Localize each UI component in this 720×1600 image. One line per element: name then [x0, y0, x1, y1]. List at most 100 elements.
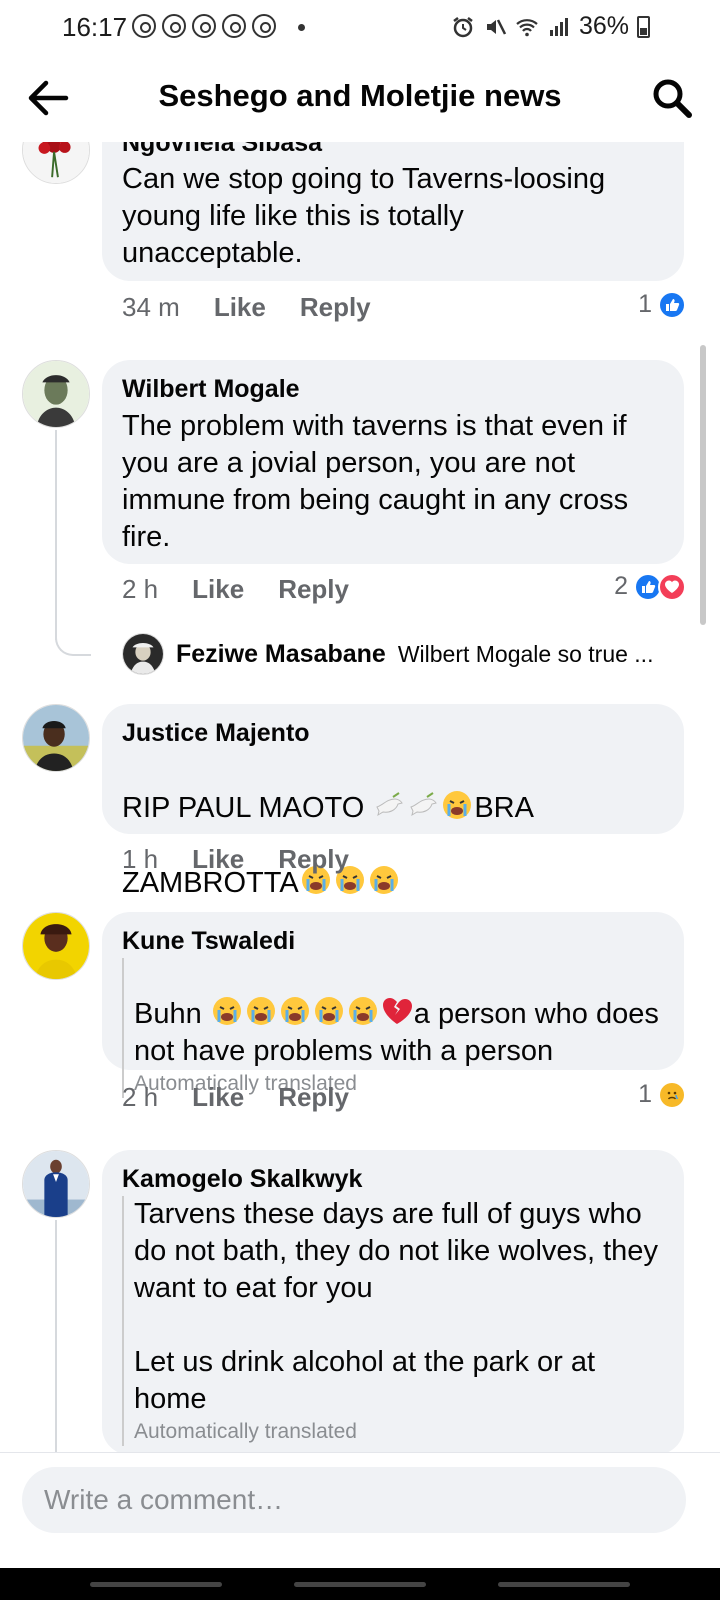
comment-composer [0, 1452, 720, 1568]
thread-connector [55, 620, 91, 656]
thread-line [55, 430, 57, 640]
search-icon[interactable] [650, 76, 694, 120]
app-header: Seshego and Moletjie news [0, 56, 720, 142]
like-button[interactable]: Like [192, 844, 244, 875]
crying-face-emoji-icon [369, 866, 398, 894]
back-nav-button[interactable] [498, 1582, 630, 1587]
comment-author[interactable]: Wilbert Mogale [122, 374, 664, 404]
crying-face-emoji-icon [443, 791, 472, 819]
comment-time[interactable]: 2 h [122, 574, 158, 605]
dove-emoji-icon [410, 792, 438, 817]
status-bar: 16:17 36% [0, 0, 720, 56]
auto-translated-label[interactable]: Automatically translated [134, 1418, 664, 1446]
mute-icon [486, 18, 507, 35]
comment-author[interactable]: Ngovhela Sibasa [122, 142, 664, 158]
reaction-count: 2 [614, 572, 628, 600]
reply-preview[interactable]: Feziwe Masabane Wilbert Mogale so true .… [122, 633, 653, 675]
comments-feed[interactable]: Ngovhela Sibasa Can we stop going to Tav… [0, 142, 720, 1482]
notification-icon [252, 14, 276, 38]
comment-bubble[interactable]: Justice Majento RIP PAUL MAOTO BRA ZAMBR… [102, 704, 684, 899]
avatar[interactable] [22, 912, 90, 980]
avatar[interactable] [22, 704, 90, 772]
comment-bubble[interactable]: Wilbert Mogale The problem with taverns … [102, 360, 684, 564]
man-in-suit-avatar-image [23, 1151, 89, 1217]
comment-text: Tarvens these days are full of guys who … [134, 1198, 658, 1415]
battery-percent: 36% [578, 12, 629, 40]
comment-actions: 2 h Like Reply [122, 574, 349, 605]
comment-time[interactable]: 1 h [122, 844, 158, 875]
more-notifications-dot [298, 24, 305, 31]
like-button[interactable]: Like [214, 292, 266, 323]
home-nav-button[interactable] [294, 1582, 426, 1587]
comment-bubble[interactable]: Kune Tswaledi Buhn a person who does not… [102, 912, 684, 1098]
like-button[interactable]: Like [192, 1082, 244, 1113]
comment-time[interactable]: 2 h [122, 1082, 158, 1113]
comment-text-part: Buhn [134, 998, 210, 1030]
wifi-icon [516, 18, 538, 36]
reaction-summary[interactable]: 2 [614, 572, 686, 601]
comment-actions: 34 m Like Reply [122, 292, 371, 323]
crying-face-emoji-icon [212, 997, 241, 1025]
crying-face-emoji-icon [280, 997, 309, 1025]
woman-avatar-image [23, 913, 89, 979]
roses-avatar-image [23, 142, 89, 183]
battery-icon [637, 15, 650, 38]
avatar[interactable] [22, 360, 90, 428]
comment-actions: 1 h Like Reply [122, 844, 349, 875]
man-avatar-image [23, 705, 89, 771]
comment-text: Buhn a person who does not have problems… [134, 958, 664, 1070]
crying-face-emoji-icon [348, 997, 377, 1025]
man-avatar-image [23, 361, 89, 427]
comment-text: Can we stop going to Taverns-loosing you… [122, 163, 606, 269]
translated-content: Buhn a person who does not have problems… [122, 958, 664, 1098]
comment-text: RIP PAUL MAOTO BRA ZAMBROTTA [122, 752, 664, 902]
reply-author[interactable]: Feziwe Masabane [176, 640, 386, 669]
crying-face-emoji-icon [246, 997, 275, 1025]
avatar[interactable] [122, 633, 164, 675]
notification-icon [222, 14, 246, 38]
notification-icon [132, 14, 156, 38]
comment-text-part: BRA [474, 792, 534, 824]
comment-author[interactable]: Kamogelo Skalkwyk [122, 1164, 664, 1194]
reaction-summary[interactable]: 1 [638, 1080, 686, 1109]
reaction-count: 1 [638, 1080, 652, 1108]
thread-line [55, 1220, 57, 1482]
comment-text-part: RIP PAUL MAOTO [122, 792, 373, 824]
comment-author[interactable]: Kune Tswaledi [122, 926, 664, 956]
reply-button[interactable]: Reply [278, 1082, 349, 1113]
status-time: 16:17 [62, 12, 128, 42]
crying-face-emoji-icon [314, 997, 343, 1025]
status-right: 36% [451, 12, 650, 41]
comment-actions: 2 h Like Reply [122, 1082, 349, 1113]
comment-input[interactable] [22, 1467, 686, 1533]
notification-icon [192, 14, 216, 38]
recents-nav-button[interactable] [90, 1582, 222, 1587]
avatar[interactable] [22, 142, 90, 184]
reaction-count: 1 [638, 290, 652, 318]
reaction-summary[interactable]: 1 [638, 290, 686, 319]
comment-time[interactable]: 34 m [122, 292, 180, 323]
comment-bubble[interactable]: Kamogelo Skalkwyk Tarvens these days are… [102, 1150, 684, 1455]
reply-text: Wilbert Mogale so true ... [397, 640, 654, 667]
signal-icon [549, 17, 568, 36]
alarm-icon [453, 16, 473, 37]
love-reaction-icon [658, 572, 686, 601]
sad-reaction-icon [658, 1080, 686, 1109]
notification-icons [132, 14, 276, 38]
page-title: Seshego and Moletjie news [158, 78, 562, 113]
dove-emoji-icon [376, 792, 404, 817]
like-reaction-icon [658, 290, 686, 319]
scrollbar[interactable] [700, 345, 706, 625]
reply-button[interactable]: Reply [278, 574, 349, 605]
broken-heart-emoji-icon [382, 998, 412, 1024]
reply-avatar-image [123, 634, 163, 674]
like-button[interactable]: Like [192, 574, 244, 605]
avatar[interactable] [22, 1150, 90, 1218]
translated-content: Tarvens these days are full of guys who … [122, 1196, 664, 1446]
comment-bubble[interactable]: Ngovhela Sibasa Can we stop going to Tav… [102, 142, 684, 281]
comment-text: The problem with taverns is that even if… [122, 410, 629, 553]
reply-button[interactable]: Reply [300, 292, 371, 323]
comment-author[interactable]: Justice Majento [122, 718, 664, 748]
notification-icon [162, 14, 186, 38]
reply-button[interactable]: Reply [278, 844, 349, 875]
